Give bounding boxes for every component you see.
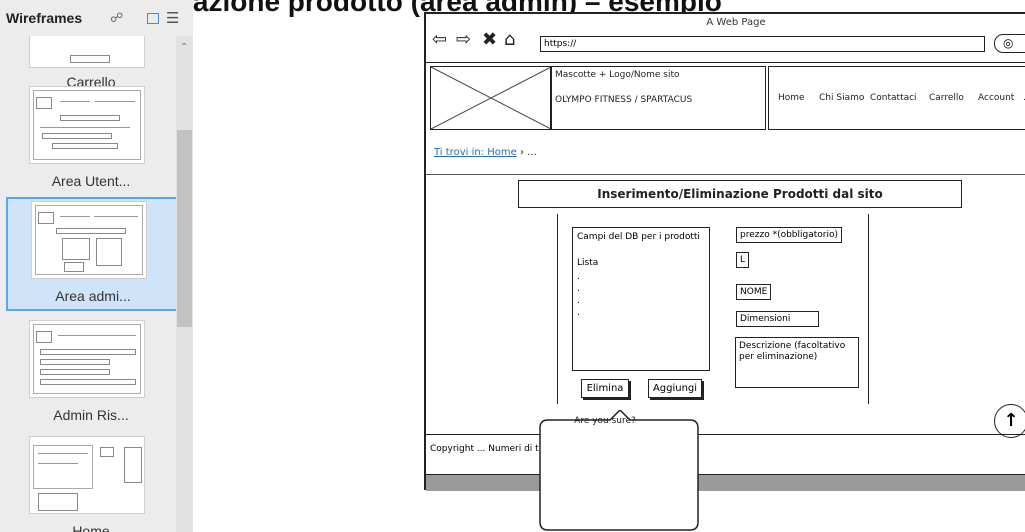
thumbnail-area-utente[interactable]: Area Utent... [6, 84, 176, 196]
nav-item-chi-siamo[interactable]: Chi Siamo [819, 93, 864, 103]
new-page-icon[interactable] [147, 13, 159, 24]
name-field[interactable]: NOME [736, 284, 772, 300]
list-item: . [577, 308, 580, 318]
thumbnail-label: Area admi... [55, 288, 131, 304]
delete-button[interactable]: Elimina [581, 379, 629, 398]
search-box[interactable]: ◎ [994, 34, 1025, 53]
home-icon[interactable]: ⌂ [504, 29, 515, 50]
divider [426, 434, 1025, 435]
breadcrumb: Ti trovi in: Home › ... [434, 147, 537, 158]
panel-header: Wireframes ☍ ☰ [0, 0, 193, 36]
menu-icon[interactable]: ☰ [166, 9, 179, 27]
back-arrow-icon[interactable]: ⇦ [432, 29, 447, 50]
size-field[interactable]: L [736, 252, 750, 268]
site-info-box: Mascotte + Logo/Nome sito OLYMPO FITNESS… [550, 66, 766, 130]
panel-title: Wireframes [6, 10, 83, 26]
browser-status-bar [426, 474, 1025, 491]
copyright-text: Copyright ... Numeri di t [430, 444, 539, 454]
db-list-label: Lista [577, 258, 599, 268]
thumbnail-list: Carrello Area Utent... Area admi... Admi… [0, 36, 176, 532]
thumbnail-preview [29, 86, 145, 164]
thumbnail-preview [31, 201, 147, 279]
url-bar[interactable]: https:// [540, 36, 985, 52]
db-fields-title: Campi del DB per i prodotti [577, 232, 700, 242]
list-item: . [577, 296, 580, 306]
divider [426, 174, 1025, 175]
description-field[interactable]: Descrizione (facoltativo per eliminazion… [735, 337, 859, 388]
list-item: . [577, 284, 580, 294]
scroll-top-icon[interactable]: ↑ [994, 404, 1025, 438]
thumbnail-label: Area Utent... [51, 173, 131, 189]
mascot-text: Mascotte + Logo/Nome sito [555, 70, 680, 80]
tooltip-text: Are you sure? [574, 416, 636, 426]
confirm-tooltip [539, 410, 699, 531]
dimensions-field[interactable]: Dimensioni [736, 311, 819, 327]
list-item: . [577, 272, 580, 282]
forward-arrow-icon[interactable]: ⇨ [456, 29, 471, 50]
thumbnail-preview [29, 320, 145, 398]
browser-window-mockup: A Web Page ⇦ ⇨ ✖ ⌂ https:// ◎ Mascotte +… [424, 12, 1025, 491]
add-button[interactable]: Aggiungi [648, 379, 702, 398]
db-fields-list[interactable]: Campi del DB per i prodotti Lista . . . … [572, 227, 710, 371]
section-title: Inserimento/Eliminazione Prodotti dal si… [518, 180, 962, 208]
scroll-thumb[interactable] [177, 130, 192, 327]
thumbnail-admin-ris[interactable]: Admin Ris... [6, 318, 176, 430]
price-field[interactable]: prezzo *(obbligatorio) [736, 227, 842, 243]
nav-item-account[interactable]: Account [978, 93, 1014, 103]
divider [426, 62, 1025, 63]
wireframes-panel: Wireframes ☍ ☰ Carrello Area Utent... Ar… [0, 0, 193, 532]
thumbnail-area-admin[interactable]: Area admi... [6, 197, 176, 311]
breadcrumb-link[interactable]: Ti trovi in: Home [434, 147, 517, 158]
browser-title: A Web Page [706, 17, 766, 28]
chevron-up-icon[interactable]: ⌃ [180, 42, 188, 53]
nav-item-home[interactable]: Home [778, 93, 805, 103]
breadcrumb-rest: › ... [516, 147, 537, 158]
thumbnail-preview [29, 36, 145, 68]
thumbnail-label: Home [72, 523, 110, 532]
thumbnail-label: Admin Ris... [53, 407, 129, 423]
nav-item-contattaci[interactable]: Contattaci [870, 93, 917, 103]
thumbnail-home[interactable]: Home [6, 434, 176, 532]
search-icon: ◎ [1003, 36, 1014, 50]
link-icon[interactable]: ☍ [110, 11, 123, 26]
nav-menu: Home Chi Siamo Contattaci Carrello Accou… [768, 66, 1025, 130]
image-placeholder-icon [431, 67, 551, 129]
thumbnail-preview [29, 436, 145, 514]
logo-placeholder [430, 66, 552, 130]
close-icon[interactable]: ✖ [482, 29, 497, 50]
scrollbar[interactable]: ⌃ [176, 36, 193, 532]
site-name: OLYMPO FITNESS / SPARTACUS [555, 95, 693, 105]
nav-item-carrello[interactable]: Carrello [929, 93, 964, 103]
